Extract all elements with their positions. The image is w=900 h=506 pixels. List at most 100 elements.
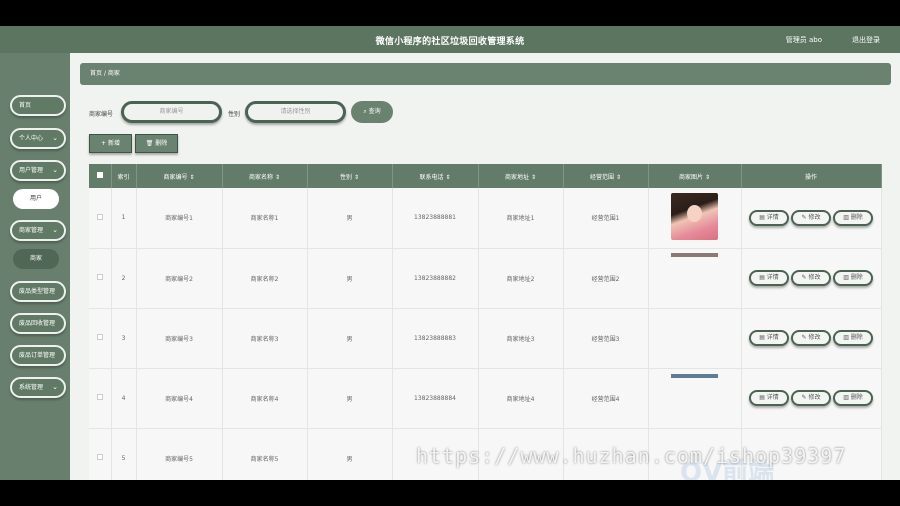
row-checkbox[interactable] (89, 368, 112, 429)
merchant-no-input[interactable]: 商家编号 (121, 101, 222, 123)
breadcrumb-home[interactable]: 首页 (90, 70, 102, 77)
edit-button[interactable]: ✎ 修改 (791, 390, 831, 406)
row-checkbox[interactable] (89, 428, 112, 480)
logout-link[interactable]: 退出登录 (852, 35, 880, 45)
cell-address: 商家地址4 (478, 368, 564, 429)
cell-address: 商家地址3 (478, 308, 564, 369)
cell-actions: ▤ 详情 ✎ 修改 ▥ 删除 (741, 308, 882, 369)
detail-button[interactable]: ▤ 详情 (749, 390, 789, 406)
page-title: 微信小程序的社区垃圾回收管理系统 (375, 37, 525, 47)
sidebar-item-home[interactable]: 首页 (10, 95, 66, 116)
select-all-checkbox[interactable] (89, 164, 112, 188)
header-actions: 操作 (741, 164, 882, 188)
sidebar-item-merchant-management[interactable]: 商家管理 ⌄ (10, 220, 66, 241)
cell-merchant-no: 商家编号5 (136, 428, 223, 480)
current-user: 管理员 abo (785, 36, 822, 44)
row-checkbox[interactable] (89, 248, 112, 309)
cell-phone: 13823888881 (392, 188, 479, 249)
trash-icon: 🗑 (145, 140, 154, 147)
gender-label: 性别 (228, 111, 241, 118)
cell-image (648, 368, 742, 429)
cell-actions: ▤ 详情 ✎ 修改 ▥ 删除 (741, 368, 882, 429)
delete-button[interactable]: ▥ 删除 (833, 330, 873, 346)
merchant-photo[interactable] (671, 373, 718, 378)
chevron-down-icon: ⌄ (52, 383, 58, 391)
cell-merchant-name: 商家名称1 (222, 188, 308, 249)
table-row: 2 商家编号2 商家名称2 男 13823888882 商家地址2 经营范围2 … (89, 248, 882, 309)
cell-merchant-no: 商家编号1 (136, 188, 223, 249)
cell-scope: 经营范围2 (563, 248, 649, 309)
cell-image (648, 248, 742, 309)
sidebar-item-system[interactable]: 系统管理 ⌄ (10, 377, 66, 398)
edit-button[interactable]: ✎ 修改 (791, 330, 831, 346)
delete-button[interactable]: ▥ 删除 (833, 270, 873, 286)
sidebar-item-waste-orders[interactable]: 废品订单管理 (10, 345, 66, 366)
sidebar-item-waste-type[interactable]: 废品类型管理 (10, 281, 66, 302)
delete-button[interactable]: ▥ 删除 (833, 209, 873, 226)
cell-scope: 经营范围4 (563, 368, 649, 429)
cell-merchant-no: 商家编号2 (136, 248, 223, 309)
sidebar-item-user-management[interactable]: 用户管理 ⌄ (10, 160, 66, 181)
cell-address: 商家地址2 (478, 248, 564, 309)
detail-button[interactable]: ▤ 详情 (749, 270, 789, 286)
cell-image (648, 308, 742, 369)
header-merchant-name[interactable]: 商家名称 ⇕ (222, 164, 308, 188)
table-row: 4 商家编号4 商家名称4 男 13823888884 商家地址4 经营范围4 … (89, 368, 882, 429)
breadcrumb-separator: / (103, 70, 106, 77)
header-index: 索引 (111, 164, 137, 188)
detail-button[interactable]: ▤ 详情 (749, 209, 789, 226)
header-merchant-no[interactable]: 商家编号 ⇕ (136, 164, 223, 188)
cell-index: 4 (111, 368, 137, 429)
table-row: 1 商家编号1 商家名称1 男 13823888881 商家地址1 经营范围1 … (89, 188, 882, 249)
cell-gender: 男 (307, 248, 393, 309)
edit-button[interactable]: ✎ 修改 (791, 270, 831, 286)
sidebar-item-profile[interactable]: 个人中心 ⌄ (10, 128, 66, 149)
batch-delete-button[interactable]: 🗑 删除 (135, 134, 178, 153)
cell-phone: 13823888883 (392, 308, 479, 369)
cell-gender: 男 (307, 428, 393, 480)
cell-phone: 13823888882 (392, 248, 479, 309)
chevron-down-icon: ⌄ (52, 134, 58, 142)
header-scope[interactable]: 经营范围 ⇕ (563, 164, 649, 188)
cell-merchant-name: 商家名称5 (222, 428, 308, 480)
merchant-no-label: 商家编号 (89, 111, 114, 118)
cell-gender: 男 (307, 188, 393, 249)
cell-merchant-name: 商家名称3 (222, 308, 308, 369)
table-row: 3 商家编号3 商家名称3 男 13823888883 商家地址3 经营范围3 … (89, 308, 882, 369)
gender-select[interactable]: 请选择性别 (245, 101, 346, 123)
search-icon: ⌕ (363, 108, 367, 115)
merchant-photo[interactable] (671, 193, 718, 241)
cell-scope: 经营范围3 (563, 308, 649, 369)
header-address[interactable]: 商家地址 ⇕ (478, 164, 564, 188)
table-header-row: 索引 商家编号 ⇕ 商家名称 ⇕ 性别 ⇕ 联系电话 ⇕ 商家地址 ⇕ 经营范围… (89, 164, 882, 188)
cell-index: 1 (111, 188, 137, 249)
edit-button[interactable]: ✎ 修改 (791, 209, 831, 226)
sidebar: 首页 个人中心 ⌄ 用户管理 ⌄ 用户 商家管理 ⌄ 商家 废品类型管理 废品回收管理… (0, 53, 70, 480)
sidebar-subitem-users[interactable]: 用户 (13, 189, 59, 209)
cell-gender: 男 (307, 308, 393, 369)
row-checkbox[interactable] (89, 188, 112, 249)
merchant-photo[interactable] (671, 252, 718, 257)
cell-index: 5 (111, 428, 137, 480)
cell-phone: 13823888884 (392, 368, 479, 429)
detail-button[interactable]: ▤ 详情 (749, 330, 789, 346)
cell-scope: 经营范围1 (563, 188, 649, 249)
breadcrumb: 首页 / 商家 (80, 63, 891, 85)
header-gender[interactable]: 性别 ⇕ (307, 164, 393, 188)
header-image[interactable]: 商家图片 ⇕ (648, 164, 742, 188)
sidebar-subitem-merchants[interactable]: 商家 (13, 249, 59, 269)
cell-address: 商家地址1 (478, 188, 564, 249)
header-phone[interactable]: 联系电话 ⇕ (392, 164, 479, 188)
cell-merchant-name: 商家名称4 (222, 368, 308, 429)
cell-actions: ▤ 详情 ✎ 修改 ▥ 删除 (741, 248, 882, 309)
delete-button[interactable]: ▥ 删除 (833, 390, 873, 406)
cell-index: 2 (111, 248, 137, 309)
cell-image (648, 188, 742, 249)
add-button[interactable]: + 新增 (89, 134, 132, 153)
chevron-down-icon: ⌄ (52, 166, 58, 174)
row-checkbox[interactable] (89, 308, 112, 369)
sidebar-item-waste-recycle[interactable]: 废品回收管理 (10, 313, 66, 334)
cell-merchant-name: 商家名称2 (222, 248, 308, 309)
query-button[interactable]: ⌕ 查询 (351, 101, 393, 123)
cell-index: 3 (111, 308, 137, 369)
